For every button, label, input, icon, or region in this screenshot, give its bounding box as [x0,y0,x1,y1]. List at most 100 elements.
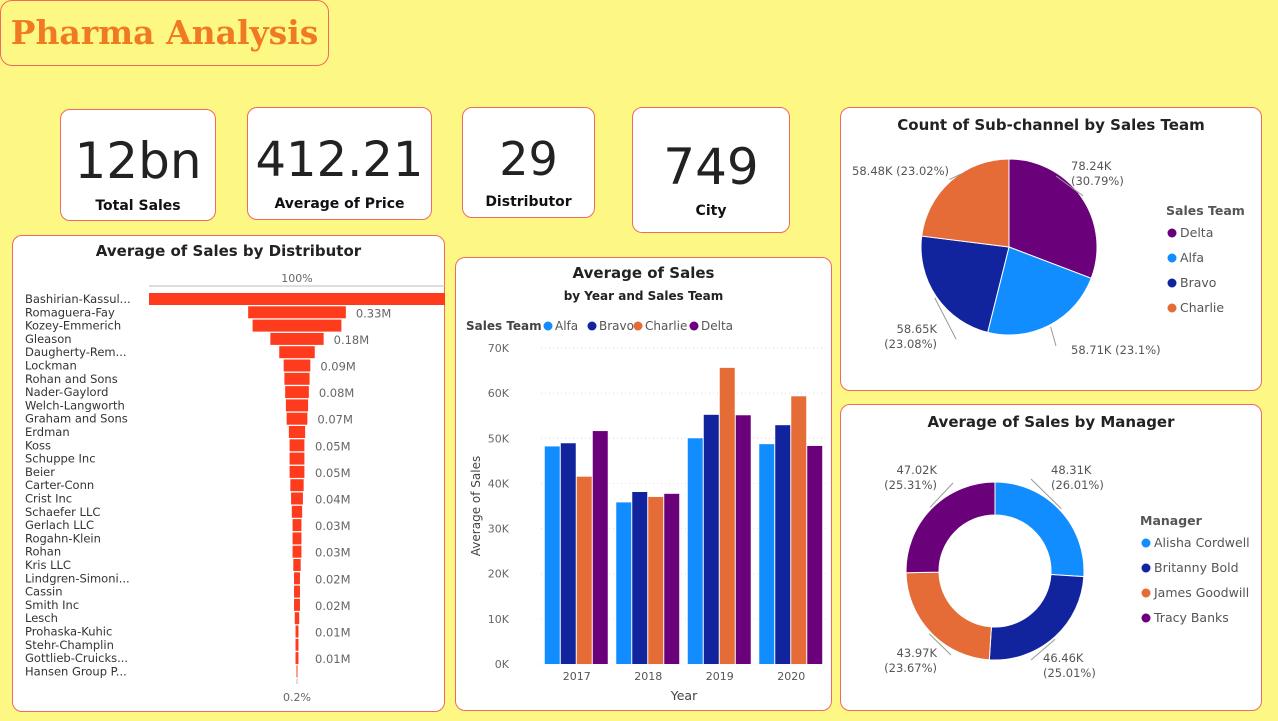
legend-marker [1167,278,1177,288]
y-tick-label: 40K [488,477,510,490]
legend-label: Charlie [645,319,687,333]
funnel-bar [149,293,445,305]
funnel-bar [284,372,310,385]
legend-label: Bravo [599,319,634,333]
funnel-category-label: Gottlieb-Cruicks... [25,651,128,665]
funnel-category-label: Rohan and Sons [25,372,118,386]
y-tick-label: 60K [488,387,510,400]
funnel-category-label: Carter-Conn [25,478,94,492]
funnel-bar [294,612,300,625]
funnel-value-label: 0.01M [315,626,351,640]
funnel-category-label: Cassin [25,585,63,599]
data-label-line: 58.65K [897,322,938,336]
pie-slice [988,574,1085,661]
funnel-bar [289,465,305,478]
legend-marker [1167,303,1177,313]
pie-card-subchannel[interactable]: Count of Sub-channel by Sales Team 78.24… [840,107,1262,391]
funnel-value-label: 0.02M [315,572,351,586]
data-label: 78.24K (30.79%) [1071,159,1124,188]
legend-label: Britanny Bold [1154,560,1239,575]
funnel-top-label: 100% [281,272,312,285]
column-card-year-team[interactable]: Average of Sales by Year and Sales Team … [455,257,832,711]
data-label: 48.31K (26.01%) [1051,463,1104,492]
kpi-label: Total Sales [95,198,181,214]
funnel-bar [294,598,300,611]
funnel-bar [292,519,302,532]
legend-label: Delta [701,319,733,333]
kpi-value: 749 [663,138,759,196]
data-label: 58.65K (23.08%) [884,322,937,351]
legend-marker [1141,588,1151,598]
data-label-line: (30.79%) [1071,174,1124,188]
data-label-line: 47.02K [897,463,938,477]
funnel-bar [285,399,309,412]
legend-marker [633,321,643,331]
kpi-card-city[interactable]: 749 City [632,107,790,233]
funnel-value-label: 0.09M [320,360,356,374]
y-tick-label: 20K [488,568,510,581]
column-bar [576,476,592,664]
column-bar [703,414,719,664]
legend-marker [1141,538,1151,548]
data-label-line: 78.24K [1071,159,1112,173]
funnel-category-label: Romaguera-Fay [25,305,115,319]
legend-label: Alfa [555,319,578,333]
funnel-category-label: Hansen Group P... [25,664,127,678]
pie-slice [994,481,1085,578]
funnel-bar [294,585,300,598]
funnel-bar [292,545,302,558]
funnel-bar [290,479,304,492]
y-tick-label: 70K [488,342,510,355]
column-bar [759,444,775,664]
funnel-category-label: Kris LLC [25,558,71,572]
column-bar [592,431,608,664]
funnel-bar [295,652,299,665]
legend-marker [1167,228,1177,238]
column-bar [560,443,576,664]
y-tick-label: 10K [488,613,510,626]
legend-label: Alisha Cordwell [1154,535,1250,550]
legend-label: Charlie [1180,300,1224,315]
donut-card-manager[interactable]: Average of Sales by Manager 48.31K (26.01… [840,404,1262,711]
legend-label: James Goodwill [1153,585,1249,600]
funnel-category-label: Schuppe Inc [25,452,96,466]
kpi-value: 412.21 [255,132,424,188]
legend-marker [1141,563,1151,573]
kpi-card-total-sales[interactable]: 12bn Total Sales [60,109,216,221]
legend-marker [543,321,553,331]
funnel-value-label: 0.01M [315,652,351,666]
funnel-value-label: 0.33M [356,306,392,320]
dashboard-title-card: Pharma Analysis [0,0,329,66]
legend-title: Manager [1140,513,1203,528]
funnel-category-label: Gerlach LLC [25,518,94,532]
funnel-category-label: Rohan [25,545,61,559]
funnel-card-distributor[interactable]: Average of Sales by Distributor 100% Bash… [12,235,445,712]
x-tick-label: 2020 [777,670,805,683]
legend-marker [587,321,597,331]
funnel-value-label: 0.03M [315,546,351,560]
x-axis-title: Year [670,688,698,703]
funnel-category-label: Nader-Gaylord [25,385,108,399]
legend-label: Tracy Banks [1153,610,1229,625]
data-label-line: (25.01%) [1043,666,1096,680]
column-bar [807,445,823,664]
funnel-bar [279,346,315,359]
column-bar [664,493,680,664]
kpi-card-average-price[interactable]: 412.21 Average of Price [247,107,432,220]
funnel-value-label: 0.02M [315,599,351,613]
kpi-card-distributor[interactable]: 29 Distributor [462,107,595,218]
data-label-line: 58.48K (23.02%) [852,164,949,178]
pie-chart: 78.24K (30.79%) 58.71K (23.1%) 58.65K (23.08… [852,158,1245,357]
funnel-category-label: Welch-Langworth [25,398,125,412]
funnel-value-label: 0.05M [315,466,351,480]
funnel-value-label: 0.03M [315,519,351,533]
legend-label: Bravo [1180,275,1216,290]
funnel-value-label: 0.08M [319,386,355,400]
funnel-bar [295,625,299,638]
funnel-category-label: Lindgren-Simoni... [25,571,130,585]
funnel-category-label: Stehr-Champlin [25,638,114,652]
funnel-category-label: Schaefer LLC [25,505,100,519]
funnel-category-label: Koss [25,438,51,452]
kpi-value: 29 [499,132,558,186]
column-chart: Sales Team Alfa Bravo Charlie Delta 0K 10K 20K 3… [466,319,827,703]
